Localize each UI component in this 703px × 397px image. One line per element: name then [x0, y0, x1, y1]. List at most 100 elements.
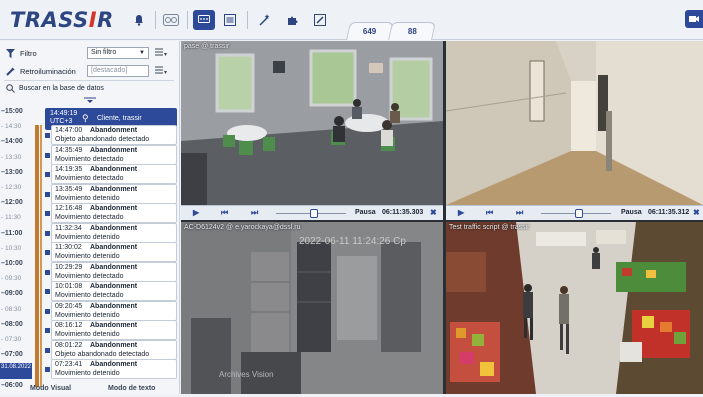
event-time: 13:35:49	[55, 185, 83, 193]
event-marker	[45, 211, 50, 216]
plugins-button[interactable]	[282, 10, 304, 30]
tab-88[interactable]: 88	[388, 22, 436, 40]
slider-handle[interactable]	[575, 209, 583, 218]
event-card[interactable]: 08:16:12 Abandonment Movimiento detenido	[45, 320, 177, 340]
event-time: 08:01:22	[55, 341, 83, 349]
camera-overlay-tag: Archives Vision	[219, 370, 274, 379]
skip-forward-icon[interactable]: ⏭	[516, 208, 523, 218]
video-chat-button[interactable]	[193, 10, 215, 30]
play-icon[interactable]: ▶	[458, 208, 464, 217]
camera-panel-button[interactable]	[685, 10, 703, 28]
layout-button[interactable]	[219, 10, 241, 30]
tab-text-mode[interactable]: Modo de texto	[108, 385, 155, 397]
event-time: 08:16:12	[55, 322, 83, 329]
timeline-tick-label: –10:00	[1, 260, 23, 267]
event-card[interactable]: 12:16:48 Abandonment Movimiento detectado	[45, 203, 177, 223]
event-description: Movimiento detenido	[55, 370, 120, 377]
filter-row: Filtro	[6, 46, 37, 60]
close-icon[interactable]: ✖	[693, 208, 700, 217]
event-card[interactable]: 10:29:29 Abandonment Movimiento detectado	[45, 261, 177, 282]
event-card[interactable]: 14:19:35 Abandonment Movimiento detectado	[45, 164, 177, 184]
collapse-icon[interactable]	[84, 97, 96, 103]
skip-forward-icon[interactable]: ⏭	[251, 208, 258, 218]
event-time: 10:01:08	[55, 283, 83, 290]
camera-view-meeting-room[interactable]: pase @ trassir	[181, 41, 443, 205]
skip-back-icon[interactable]: ⏮	[221, 208, 228, 218]
database-search[interactable]: Buscar en la base de datos	[6, 84, 104, 93]
events-panel: Filtro Sin filtro ▼ Retroiluminación [des…	[0, 41, 180, 394]
pause-status: Pausa	[621, 209, 642, 216]
grocery-feed	[446, 222, 703, 394]
play-icon[interactable]: ▶	[193, 208, 199, 217]
playback-controls: ▶ ⏮ ⏭ Pausa 06:11:35.303 ✖	[181, 205, 443, 220]
event-description: Movimiento detenido	[55, 311, 120, 319]
event-type: Abandonment	[90, 185, 138, 193]
video-chat-icon	[198, 15, 210, 23]
event-time: 12:16:48	[55, 205, 83, 212]
camera-label: Test traffic script @ trassir	[449, 224, 530, 231]
playback-controls: ▶ ⏮ ⏭ Pausa 06:11:35.312 ✖	[446, 205, 703, 220]
brush-icon	[6, 67, 15, 76]
timeline-tick-label: –11:00	[1, 229, 23, 237]
timeline-tick-label: - 10:30	[1, 244, 22, 252]
event-card[interactable]: 13:35:49 Abandonment Movimiento detenido	[45, 183, 177, 204]
event-card[interactable]: 11:30:02 Abandonment Movimiento detenido	[45, 242, 177, 262]
camera-label: pase @ trassir	[184, 43, 230, 50]
event-time: 14:47:00	[55, 127, 83, 134]
slider-handle[interactable]	[310, 209, 318, 218]
tab-649[interactable]: 649	[346, 22, 394, 40]
notifications-button[interactable]	[128, 10, 150, 30]
activity-bar-secondary	[40, 125, 42, 387]
event-card[interactable]: 10:01:08 Abandonment Movimiento detectado	[45, 281, 177, 301]
event-description: Movimiento detenido	[55, 233, 120, 241]
camera-icon	[689, 16, 699, 22]
backlight-label: Retroiluminación	[20, 66, 76, 76]
skip-back-icon[interactable]: ⏮	[486, 208, 493, 218]
backlight-select[interactable]: [destacado]	[87, 65, 149, 77]
camera-view-corridor[interactable]	[446, 41, 703, 205]
event-card[interactable]: 09:20:45 Abandonment Movimiento detenido	[45, 300, 177, 321]
backlight-row: Retroiluminación	[6, 64, 76, 78]
event-description: Movimiento detenido	[55, 194, 120, 202]
top-toolbar: TRASSIR 649 88	[0, 0, 703, 40]
camera-view-grocery[interactable]: Test traffic script @ trassir	[446, 222, 703, 394]
timeline-tick-label: –15:00	[1, 108, 23, 115]
backlight-menu-icon[interactable]	[155, 66, 167, 76]
tab-visual-mode[interactable]: Modo Visual	[30, 385, 71, 397]
event-type: Abandonment	[90, 283, 138, 290]
wand-icon	[259, 14, 270, 26]
event-card[interactable]: 11:32:34 Abandonment Movimiento detenido	[45, 222, 177, 243]
timeline-date: 31.08.2022	[0, 363, 32, 379]
puzzle-icon	[288, 16, 298, 25]
event-type: Abandonment	[90, 322, 138, 329]
event-card[interactable]: 08:01:22 Abandonment Objeto abandonado det…	[45, 339, 177, 360]
timeline[interactable]: –15:00 - 14:30 –14:00 - 13:30 –13:00 - 12:30 –…	[0, 108, 30, 394]
event-type: Abandonment	[90, 166, 138, 173]
close-icon[interactable]: ✖	[430, 208, 437, 217]
record-button[interactable]	[160, 10, 182, 30]
event-time: 10:29:29	[55, 263, 83, 271]
event-time: 11:30:02	[55, 244, 82, 251]
activity-bar	[35, 125, 39, 387]
event-card[interactable]: 14:47:00 Abandonment Objeto abandonado det…	[45, 125, 177, 145]
filter-select[interactable]: Sin filtro ▼	[87, 47, 149, 59]
filter-menu-icon[interactable]	[155, 48, 167, 58]
magic-wand-button[interactable]	[253, 10, 275, 30]
event-description: Objeto abandonado detectado	[55, 136, 150, 143]
event-type: Abandonment	[90, 224, 138, 232]
event-description: Movimiento detectado	[55, 214, 124, 221]
camera-view-office[interactable]: AC-D6124v2 @ e.yarockaya@dssl.ru 2022-06…	[181, 222, 443, 394]
timeline-tick-label: - 09:30	[1, 275, 22, 283]
event-marker	[45, 289, 50, 294]
timeline-tick-label: –08:00	[1, 320, 23, 328]
edit-button[interactable]	[309, 10, 331, 30]
event-type: Abandonment	[90, 146, 138, 154]
layout-icon	[224, 14, 236, 26]
event-time: 07:23:41	[55, 361, 83, 368]
chevron-down-icon: ▼	[139, 50, 145, 56]
event-card[interactable]: 07:23:41 Abandonment Movimiento detenido	[45, 359, 177, 379]
event-card[interactable]: 14:35:49 Abandonment Movimiento detectado	[45, 144, 177, 165]
event-marker	[45, 328, 50, 333]
event-time: 11:32:34	[55, 224, 82, 232]
event-type: Abandonment	[90, 205, 138, 212]
